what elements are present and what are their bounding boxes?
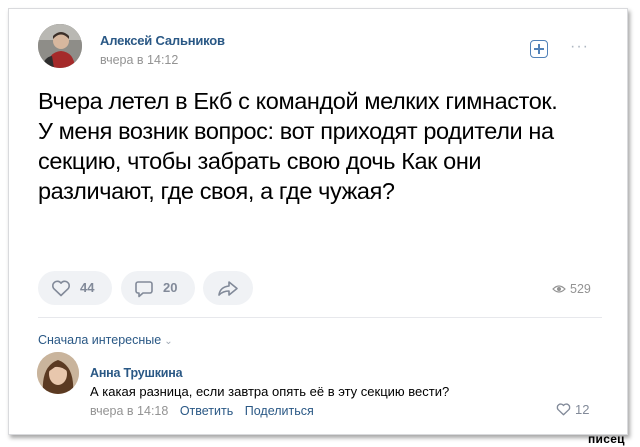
heart-icon [556,403,571,416]
view-count-value: 529 [570,282,591,296]
share-icon [218,281,238,296]
post-timestamp[interactable]: вчера в 14:12 [100,53,178,67]
add-icon[interactable] [530,40,548,58]
like-button[interactable]: 44 [38,271,112,305]
comment-icon [135,281,153,298]
share-button[interactable] [203,271,253,305]
comment-author-name[interactable]: Анна Трушкина [90,366,183,380]
share-link[interactable]: Поделиться [245,404,314,418]
heart-icon [51,280,71,297]
more-icon[interactable]: ··· [570,38,589,56]
divider [38,317,602,318]
post-author-name[interactable]: Алексей Сальников [100,33,225,48]
comment-meta: вчера в 14:18 Ответить Поделиться [90,404,314,418]
view-count: 529 [552,282,591,296]
comment-button[interactable]: 20 [121,271,195,305]
reply-link[interactable]: Ответить [180,404,233,418]
comment-author-avatar[interactable] [37,352,79,394]
comment-like-button[interactable]: 12 [556,402,589,417]
comments-sort-dropdown[interactable]: Сначала интересные ⌄ [38,333,173,347]
like-count: 44 [80,280,95,295]
comment-count: 20 [163,280,178,295]
post-author-avatar[interactable] [38,24,82,68]
post-text: Вчера летел в Екб с командой мелких гимн… [38,88,558,204]
comment-text: А какая разница, если завтра опять её в … [90,384,450,399]
eye-icon [552,285,566,293]
comments-sort-label: Сначала интересные [38,333,162,347]
chevron-down-icon: ⌄ [164,336,173,347]
comment-timestamp[interactable]: вчера в 14:18 [90,404,168,418]
comment-like-count: 12 [575,402,590,417]
watermark: писец [588,432,625,446]
